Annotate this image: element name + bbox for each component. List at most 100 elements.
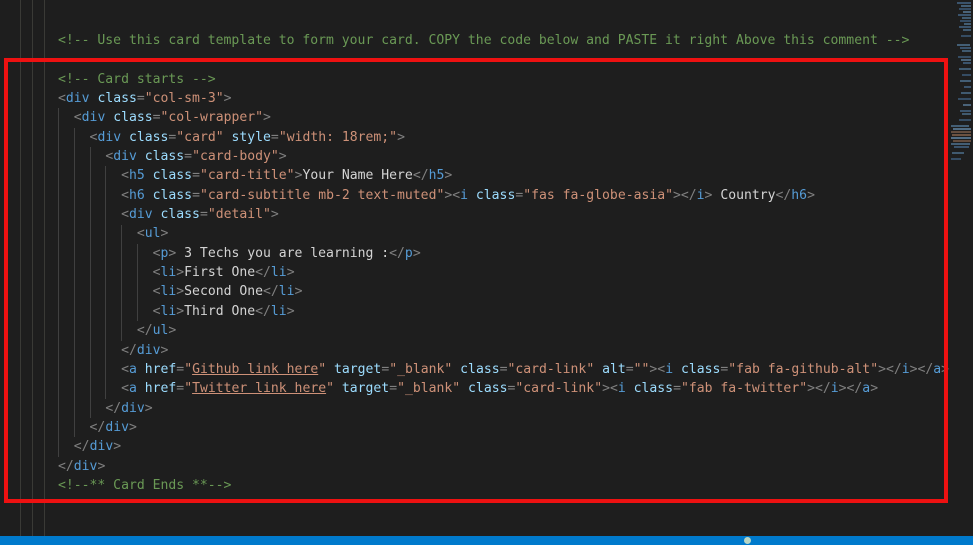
code-token-tag: li — [160, 303, 177, 319]
code-line[interactable]: </div> — [0, 341, 973, 360]
code-token-attr: alt — [602, 361, 626, 377]
indent-guide — [58, 108, 59, 457]
code-token-tag: div — [113, 149, 137, 165]
code-token-txt: First One — [184, 265, 256, 281]
code-line[interactable] — [0, 50, 973, 69]
code-line[interactable]: <h6 class="card-subtitle mb-2 text-muted… — [0, 186, 973, 205]
code-token-punc: >< — [649, 361, 666, 377]
code-line[interactable]: <h5 class="card-title">Your Name Here</h… — [0, 166, 973, 185]
code-token-str: "detail" — [207, 207, 271, 223]
code-token-punc: = — [270, 129, 279, 145]
code-line[interactable]: <div class="col-wrapper"> — [0, 108, 973, 127]
code-line[interactable]: <a href="Twitter link here" target="_bla… — [0, 379, 973, 398]
minimap[interactable] — [949, 0, 973, 536]
code-line[interactable]: </div> — [0, 399, 973, 418]
code-token-punc: > — [286, 303, 295, 319]
code-line[interactable]: </div> — [0, 418, 973, 437]
code-token-txt: Second One — [184, 284, 264, 300]
code-line[interactable]: <p> 3 Techs you are learning :</p> — [0, 244, 973, 263]
minimap-row — [963, 29, 971, 31]
status-bar[interactable] — [0, 536, 973, 545]
code-line[interactable]: <!-- Card starts --> — [0, 70, 973, 89]
code-token-punc: </ — [73, 439, 90, 455]
minimap-row — [959, 68, 971, 70]
minimap-row — [964, 86, 971, 88]
code-token-punc: < — [152, 303, 161, 319]
code-token-attr: target — [341, 381, 390, 397]
code-line[interactable]: <li>Third One</li> — [0, 302, 973, 321]
code-token-str: "card-body" — [192, 149, 279, 165]
code-token-tag: div — [136, 342, 161, 358]
code-line[interactable]: </div> — [0, 437, 973, 456]
code-token-punc: </ — [105, 400, 122, 416]
minimap-row — [962, 74, 971, 76]
code-token-punc: ></ — [878, 361, 902, 377]
code-token-txt: 3 Techs you are learning : — [176, 245, 390, 261]
code-token-str: " — [318, 361, 327, 377]
indent-guide — [121, 224, 123, 341]
code-line[interactable]: <li>First One</li> — [0, 263, 973, 282]
code-token-punc: </ — [136, 323, 153, 339]
code-token-punc: < — [136, 226, 145, 242]
code-line[interactable]: <div class="card-body"> — [0, 147, 973, 166]
code-token-tag: div — [65, 91, 90, 107]
minimap-row — [951, 158, 961, 160]
minimap-row — [963, 104, 971, 106]
code-token-cmt: <!--** Card Ends **--> — [58, 477, 232, 493]
code-token-tag: h5 — [428, 168, 445, 184]
code-token-str: "_blank" — [397, 381, 461, 397]
code-line[interactable]: <li>Second One</li> — [0, 282, 973, 301]
code-token-cmt: <!-- Card starts --> — [58, 71, 216, 87]
minimap-row — [951, 143, 970, 145]
code-token-punc: = — [184, 149, 193, 165]
code-token-tag: div — [81, 110, 106, 126]
code-token-punc: < — [121, 361, 129, 377]
code-line[interactable]: <!-- Use this card template to form your… — [0, 31, 973, 50]
code-token-punc: = — [673, 381, 681, 397]
code-token-attr: class — [160, 207, 200, 223]
code-line[interactable]: <a href="Github link here" target="_blan… — [0, 360, 973, 379]
code-token-tag: a — [128, 381, 137, 397]
code-token-punc: > — [168, 323, 177, 339]
code-token-tag: div — [105, 419, 129, 435]
code-token-str: " — [184, 361, 193, 377]
code-line[interactable]: <div class="detail"> — [0, 205, 973, 224]
code-line[interactable]: <div class="col-sm-3"> — [0, 89, 973, 108]
code-content[interactable]: <!-- Use this card template to form your… — [0, 0, 973, 536]
code-line[interactable]: <ul> — [0, 224, 973, 243]
code-token-tag: p — [404, 245, 413, 261]
code-token-lnk[interactable]: Github link here — [192, 362, 318, 377]
code-editor[interactable]: <!-- Use this card template to form your… — [0, 0, 973, 545]
code-token-punc: > — [397, 129, 405, 145]
code-token-punc: </ — [412, 168, 429, 184]
code-token-attr: class — [152, 187, 193, 203]
code-token-punc: </ — [389, 245, 405, 261]
code-token-punc: > — [176, 303, 185, 319]
code-token-txt: Country — [712, 187, 776, 203]
code-token-tag: li — [270, 265, 287, 281]
code-token-txt: Your Name Here — [302, 168, 413, 184]
code-line[interactable]: <!--** Card Ends **--> — [0, 476, 973, 495]
code-token-lnk[interactable]: Twitter link here — [192, 381, 326, 396]
code-token-attr: class — [680, 361, 721, 377]
code-token-str: "card-subtitle mb-2 text-muted" — [199, 187, 445, 203]
code-token-punc: > — [286, 265, 295, 281]
code-token-str: " — [184, 381, 193, 397]
code-token-str: "width: 18rem;" — [278, 129, 398, 145]
code-token-punc: > — [870, 381, 879, 397]
code-token-punc: ></ — [909, 361, 934, 377]
minimap-row — [962, 17, 971, 19]
minimap-row — [964, 23, 971, 25]
code-line[interactable]: <div class="card" style="width: 18rem;"> — [0, 128, 973, 147]
code-token-tag: h5 — [128, 168, 145, 184]
code-token-tag: div — [128, 207, 153, 223]
code-token-punc: > — [128, 419, 137, 435]
code-line[interactable]: </div> — [0, 457, 973, 476]
code-line[interactable]: </ul> — [0, 321, 973, 340]
